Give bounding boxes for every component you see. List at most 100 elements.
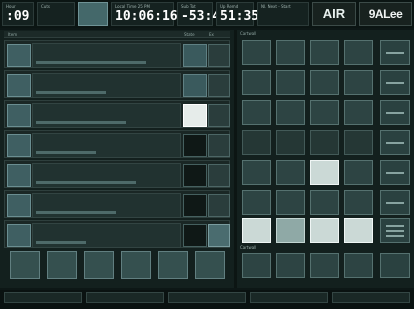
row-thumbnail[interactable] [7, 194, 31, 217]
row-status-button[interactable] [183, 104, 207, 127]
page-button-mark [386, 142, 404, 144]
transport-button-1[interactable] [10, 251, 40, 279]
footer-item[interactable] [4, 292, 82, 303]
page-button-mark [386, 225, 404, 227]
row-status-button[interactable] [183, 74, 207, 97]
cart-button[interactable] [344, 40, 373, 65]
panel-divider [234, 30, 237, 288]
cart-button[interactable] [344, 190, 373, 215]
mode-toggle-button[interactable] [78, 2, 108, 26]
row-thumbnail[interactable] [7, 104, 31, 127]
row-thumbnail[interactable] [7, 164, 31, 187]
cuts-display: Cuts [37, 2, 75, 26]
transport-button-5[interactable] [158, 251, 188, 279]
cart-button[interactable] [310, 100, 339, 125]
cart-button[interactable] [242, 40, 271, 65]
cart-button[interactable] [310, 190, 339, 215]
list-header-item: Item [8, 32, 18, 37]
page-button[interactable] [380, 130, 410, 155]
cart-button[interactable] [344, 100, 373, 125]
page-button-mark [386, 235, 404, 237]
row-thumbnail[interactable] [7, 74, 31, 97]
row-info [32, 163, 181, 188]
row-thumbnail[interactable] [7, 44, 31, 67]
cart-button[interactable] [242, 70, 271, 95]
row-extra-button[interactable] [208, 194, 230, 217]
page-button-mark [386, 112, 404, 114]
cart-button[interactable] [242, 190, 271, 215]
playlist-row[interactable] [4, 40, 230, 68]
row-thumbnail[interactable] [7, 224, 31, 247]
row-thumbnail[interactable] [7, 134, 31, 157]
row-progress-bar [36, 181, 136, 184]
row-info [32, 223, 181, 248]
footer-item[interactable] [332, 292, 410, 303]
next-start-caption: Nl. Next - Start [261, 4, 291, 9]
page-button[interactable] [380, 218, 410, 243]
cart-button[interactable] [242, 160, 271, 185]
cart-button[interactable] [310, 70, 339, 95]
row-extra-button[interactable] [208, 164, 230, 187]
cart-button-active[interactable] [310, 160, 339, 185]
row-status-button[interactable] [183, 194, 207, 217]
cart-button[interactable] [344, 160, 373, 185]
row-extra-button[interactable] [208, 134, 230, 157]
playlist-row[interactable] [4, 70, 230, 98]
transport-button-4[interactable] [121, 251, 151, 279]
page-button[interactable] [380, 70, 410, 95]
cart-button[interactable] [276, 100, 305, 125]
cart-button[interactable] [344, 70, 373, 95]
page-button[interactable] [380, 40, 410, 65]
cart-button[interactable] [344, 130, 373, 155]
cart-button-active[interactable] [344, 218, 373, 243]
row-status-button[interactable] [183, 44, 207, 67]
scene-button[interactable] [276, 253, 305, 278]
playlist-row[interactable] [4, 100, 230, 128]
page-button-mark [386, 230, 404, 232]
row-status-button[interactable] [183, 224, 207, 247]
transport-button-6[interactable] [195, 251, 225, 279]
transport-button-3[interactable] [84, 251, 114, 279]
playlist-row[interactable] [4, 220, 230, 248]
row-extra-button[interactable] [208, 44, 230, 67]
footer-item[interactable] [250, 292, 328, 303]
row-extra-button[interactable] [208, 74, 230, 97]
row-info [32, 73, 181, 98]
page-button[interactable] [380, 253, 410, 278]
footer-item[interactable] [86, 292, 164, 303]
row-extra-button[interactable] [208, 104, 230, 127]
scene-button[interactable] [310, 253, 339, 278]
cuts-caption: Cuts [41, 4, 50, 9]
transport-button-2[interactable] [47, 251, 77, 279]
page-button[interactable] [380, 190, 410, 215]
playlist-row[interactable] [4, 130, 230, 158]
countdown-display: Sub Tot -53:44 [177, 2, 228, 26]
row-status-button[interactable] [183, 134, 207, 157]
cart-button-active[interactable] [310, 218, 339, 243]
row-progress-bar [36, 211, 116, 214]
cart-button[interactable] [276, 130, 305, 155]
cart-button[interactable] [276, 190, 305, 215]
footer-item[interactable] [168, 292, 246, 303]
page-button[interactable] [380, 160, 410, 185]
scene-button[interactable] [242, 253, 271, 278]
row-status-button[interactable] [183, 164, 207, 187]
cart-button[interactable] [242, 100, 271, 125]
row-progress-bar [36, 151, 96, 154]
cart-button[interactable] [276, 70, 305, 95]
playlist-row[interactable] [4, 160, 230, 188]
cart-button-active[interactable] [276, 218, 305, 243]
hour-value: :09 [6, 9, 30, 24]
remaining-display: Up Remd 51:35 [216, 2, 259, 26]
cart-button[interactable] [276, 40, 305, 65]
cart-button[interactable] [310, 130, 339, 155]
playlist-row[interactable] [4, 190, 230, 218]
cart-button[interactable] [242, 130, 271, 155]
row-extra-button[interactable] [208, 224, 230, 247]
cart-button[interactable] [276, 160, 305, 185]
page-button-mark [386, 172, 404, 174]
scene-button[interactable] [344, 253, 373, 278]
cart-button[interactable] [310, 40, 339, 65]
page-button[interactable] [380, 100, 410, 125]
cart-button-active[interactable] [242, 218, 271, 243]
